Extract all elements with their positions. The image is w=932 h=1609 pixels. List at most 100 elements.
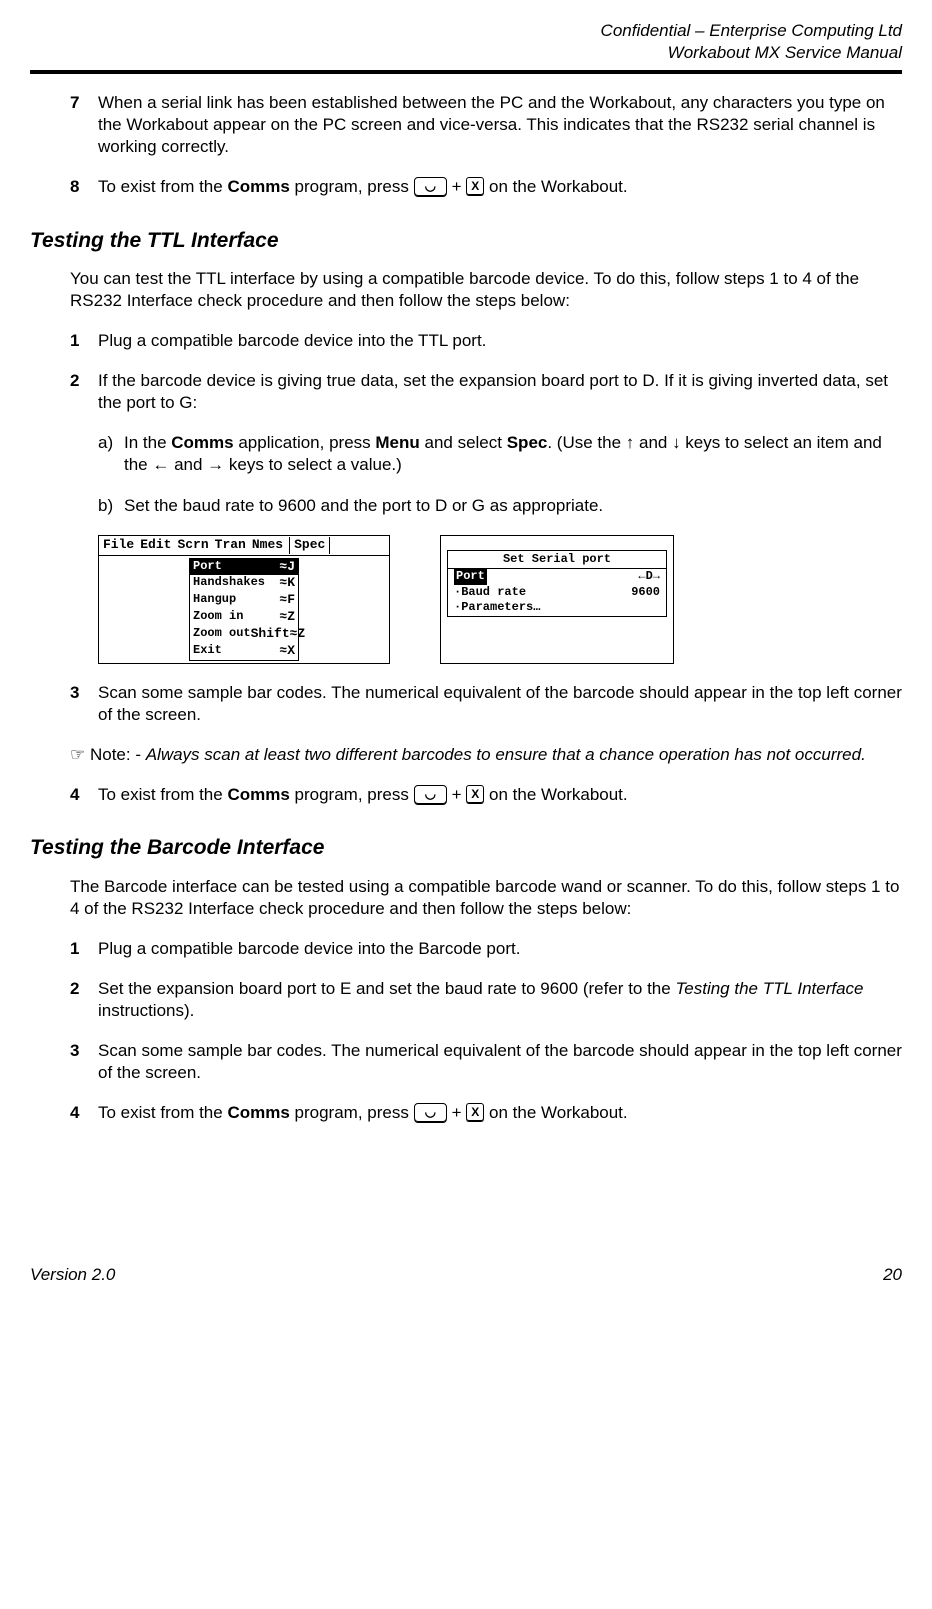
- ttl-item-2-num: 2: [70, 370, 98, 414]
- dlg-port-l: Port: [454, 569, 487, 585]
- menubar-nmes: Nmes: [252, 537, 283, 554]
- ttl-sub-a: a) In the Comms application, press Menu …: [98, 432, 902, 476]
- menubar-tran: Tran: [215, 537, 246, 554]
- item-7: 7 When a serial link has been establishe…: [70, 92, 902, 158]
- bc2-t2: instructions).: [98, 1001, 194, 1020]
- menu-zo-l: Zoom out: [193, 626, 251, 643]
- lcd-menubar: File Edit Scrn Tran Nmes Spec: [99, 536, 389, 556]
- ttl-a-b2: Menu: [375, 433, 419, 452]
- menu-zo-r: Shift≈Z: [251, 626, 306, 643]
- lcd-screenshots: File Edit Scrn Tran Nmes Spec Port ≈J Han…: [98, 535, 902, 664]
- menubar-edit: Edit: [140, 537, 171, 554]
- barcode-intro: The Barcode interface can be tested usin…: [70, 876, 902, 920]
- header-line1: Confidential – Enterprise Computing Ltd: [30, 20, 902, 42]
- bc-item-2-num: 2: [70, 978, 98, 1022]
- ttl-a-t3: and select: [420, 433, 507, 452]
- bc-item-4-body: To exist from the Comms program, press ◡…: [98, 1102, 902, 1124]
- ttl-item-4-body: To exist from the Comms program, press ◡…: [98, 784, 902, 806]
- lcd-dialog-body: Port←D→ ·Baud rate9600 ·Parameters…: [448, 569, 666, 616]
- menu-exit: Exit ≈X: [190, 643, 298, 660]
- lcd-dialog: Set Serial port Port←D→ ·Baud rate9600 ·…: [447, 550, 667, 617]
- item-8-body: To exist from the Comms program, press ◡…: [98, 176, 902, 198]
- lcd-dialog-screenshot: Set Serial port Port←D→ ·Baud rate9600 ·…: [440, 535, 674, 664]
- menu-zi-l: Zoom in: [193, 609, 243, 626]
- note-pre: ☞ Note: -: [70, 745, 146, 764]
- menu-zoomout: Zoom outShift≈Z: [190, 626, 298, 643]
- bc-item-4: 4 To exist from the Comms program, press…: [70, 1102, 902, 1124]
- header-line2: Workabout MX Service Manual: [30, 42, 902, 64]
- ttl-item-2-text: If the barcode device is giving true dat…: [98, 370, 902, 414]
- menu-ex-r: ≈X: [279, 643, 295, 660]
- dlg-baud-r: 9600: [631, 585, 660, 601]
- menu-handshakes: Handshakes ≈K: [190, 575, 298, 592]
- bc-item-1: 1 Plug a compatible barcode device into …: [70, 938, 902, 960]
- ttl-item-1: 1 Plug a compatible barcode device into …: [70, 330, 902, 352]
- ttl-item-1-num: 1: [70, 330, 98, 352]
- page-footer: Version 2.0 20: [30, 1264, 902, 1286]
- ttl4-plus: +: [447, 785, 466, 804]
- footer-version: Version 2.0: [30, 1264, 115, 1286]
- ttl-sub-a-body: In the Comms application, press Menu and…: [124, 432, 902, 476]
- ttl-a-b3: Spec: [507, 433, 548, 452]
- ttl-item-3-num: 3: [70, 682, 98, 726]
- barcode-block: The Barcode interface can be tested usin…: [70, 876, 902, 1125]
- item-8-tail: on the Workabout.: [484, 177, 627, 196]
- dlg-baud-l: Baud rate: [461, 585, 526, 599]
- menu-zoomin: Zoom in ≈Z: [190, 609, 298, 626]
- ttl-item-2: 2 If the barcode device is giving true d…: [70, 370, 902, 414]
- item-8: 8 To exist from the Comms program, press…: [70, 176, 902, 198]
- bc-item-2: 2 Set the expansion board port to E and …: [70, 978, 902, 1022]
- bc-item-3: 3 Scan some sample bar codes. The numeri…: [70, 1040, 902, 1084]
- ttl-note: ☞ Note: - Always scan at least two diffe…: [70, 744, 902, 766]
- note-it: Always scan at least two different barco…: [146, 745, 866, 764]
- ttl4-tail: on the Workabout.: [484, 785, 627, 804]
- menu-ex-l: Exit: [193, 643, 222, 660]
- menu-hs-r: ≈K: [279, 575, 295, 592]
- lcd-dialog-title: Set Serial port: [448, 551, 666, 570]
- heading-barcode: Testing the Barcode Interface: [30, 834, 902, 861]
- bc-item-1-text: Plug a compatible barcode device into th…: [98, 938, 902, 960]
- ttl4-post: program, press: [290, 785, 414, 804]
- ttl4-pre: To exist from the: [98, 785, 227, 804]
- menu-hs-l: Handshakes: [193, 575, 265, 592]
- dialog-row-baud: ·Baud rate9600: [448, 585, 666, 601]
- ttl-a-t1: In the: [124, 433, 171, 452]
- psion-key-icon: ◡: [414, 1103, 447, 1122]
- bc4-post: program, press: [290, 1103, 414, 1122]
- ttl-sub-b-lbl: b): [98, 495, 124, 517]
- lcd-dropdown: Port≈J Handshakes≈K Hangup≈F Zoom in≈Z Z…: [189, 558, 299, 661]
- x-key-icon: X: [466, 785, 484, 803]
- ttl-item-3-text: Scan some sample bar codes. The numerica…: [98, 682, 902, 726]
- x-key-icon: X: [466, 1103, 484, 1121]
- header-rule: [30, 70, 902, 74]
- bc4-plus: +: [447, 1103, 466, 1122]
- item-8-plus: +: [447, 177, 466, 196]
- item-8-post: program, press: [290, 177, 414, 196]
- x-key-icon: X: [466, 177, 484, 195]
- menu-zi-r: ≈Z: [279, 609, 295, 626]
- lcd-menu-screenshot: File Edit Scrn Tran Nmes Spec Port≈J Han…: [98, 535, 390, 664]
- bc4-tail: on the Workabout.: [484, 1103, 627, 1122]
- bc-item-3-text: Scan some sample bar codes. The numerica…: [98, 1040, 902, 1084]
- bc-item-2-body: Set the expansion board port to E and se…: [98, 978, 902, 1022]
- ttl-intro: You can test the TTL interface by using …: [70, 268, 902, 312]
- bc4-bold: Comms: [227, 1103, 289, 1122]
- ttl-item-4: 4 To exist from the Comms program, press…: [70, 784, 902, 806]
- header-confidential: Confidential – Enterprise Computing Ltd …: [30, 20, 902, 64]
- footer-page: 20: [883, 1264, 902, 1286]
- item-8-num: 8: [70, 176, 98, 198]
- bc2-t1: Set the expansion board port to E and se…: [98, 979, 675, 998]
- bc-item-4-num: 4: [70, 1102, 98, 1124]
- menu-port-r: ≈J: [279, 559, 295, 576]
- ttl-sub-a-lbl: a): [98, 432, 124, 476]
- ttl-sub-b: b) Set the baud rate to 9600 and the por…: [98, 495, 902, 517]
- bc4-pre: To exist from the: [98, 1103, 227, 1122]
- bc-item-1-num: 1: [70, 938, 98, 960]
- item-8-pre: To exist from the: [98, 177, 227, 196]
- dialog-row-port: Port←D→: [448, 569, 666, 585]
- psion-key-icon: ◡: [414, 785, 447, 804]
- item-7-num: 7: [70, 92, 98, 158]
- ttl-item-3: 3 Scan some sample bar codes. The numeri…: [70, 682, 902, 726]
- bc-item-3-num: 3: [70, 1040, 98, 1084]
- psion-key-icon: ◡: [414, 177, 447, 196]
